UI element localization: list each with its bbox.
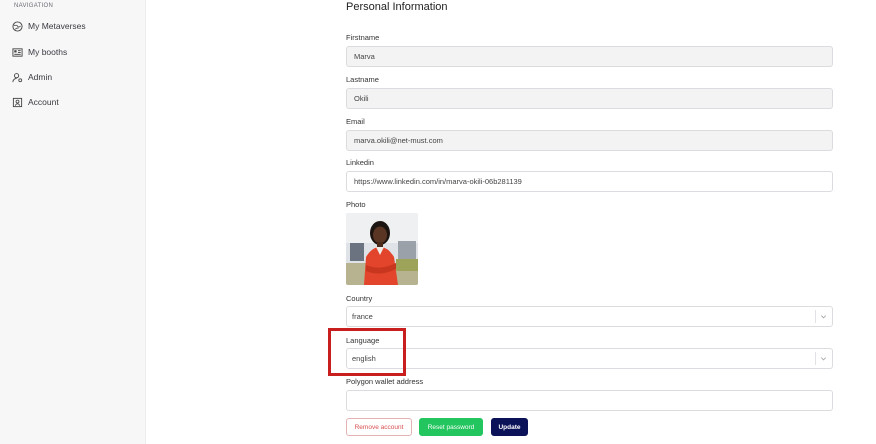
lastname-value: Okili	[354, 94, 369, 103]
profile-photo[interactable]	[346, 213, 418, 285]
email-value: marva.okili@net-must.com	[354, 136, 443, 145]
country-label: Country	[346, 294, 373, 303]
email-label: Email	[346, 117, 365, 126]
lastname-label: Lastname	[346, 75, 379, 84]
sidebar-item-label: Admin	[28, 72, 53, 82]
firstname-input[interactable]: Marva	[346, 46, 833, 67]
reset-password-button[interactable]: Reset password	[419, 418, 483, 436]
photo-label: Photo	[346, 200, 366, 209]
sidebar-item-my-booths[interactable]: My booths	[12, 44, 67, 60]
linkedin-label: Linkedin	[346, 158, 374, 167]
sidebar-item-my-metaverses[interactable]: My Metaverses	[12, 18, 86, 34]
chevron-down-icon[interactable]	[819, 354, 828, 363]
lastname-input[interactable]: Okili	[346, 88, 833, 109]
user-gear-icon	[12, 72, 23, 83]
remove-account-button[interactable]: Remove account	[346, 418, 412, 436]
chevron-down-icon[interactable]	[819, 312, 828, 321]
firstname-value: Marva	[354, 52, 375, 61]
language-select[interactable]: english	[346, 348, 833, 369]
sidebar-item-label: My Metaverses	[28, 21, 86, 31]
sidebar-item-label: Account	[28, 97, 59, 107]
globe-icon	[12, 20, 23, 32]
wallet-label: Polygon wallet address	[346, 377, 424, 386]
booth-icon	[12, 47, 23, 58]
main-content: Personal Information Firstname Marva Las…	[146, 0, 876, 444]
sidebar-item-account[interactable]: Account	[12, 94, 59, 110]
linkedin-value: https://www.linkedin.com/in/marva-okili-…	[354, 177, 522, 186]
page-title: Personal Information	[346, 1, 448, 13]
wallet-input[interactable]	[346, 390, 833, 411]
sidebar-item-label: My booths	[28, 47, 68, 57]
email-input[interactable]: marva.okili@net-must.com	[346, 130, 833, 151]
country-value: france	[352, 312, 373, 321]
account-icon	[12, 97, 23, 108]
select-separator	[815, 352, 816, 365]
update-button[interactable]: Update	[491, 418, 528, 436]
nav-heading: NAVIGATION	[14, 3, 54, 9]
firstname-label: Firstname	[346, 33, 380, 42]
sidebar-item-admin[interactable]: Admin	[12, 69, 52, 85]
sidebar: NAVIGATION My Metaverses My booths Admin…	[0, 0, 146, 444]
language-highlight-box	[328, 328, 406, 376]
country-select[interactable]: france	[346, 306, 833, 327]
select-separator	[815, 310, 816, 323]
linkedin-input[interactable]: https://www.linkedin.com/in/marva-okili-…	[346, 171, 833, 192]
